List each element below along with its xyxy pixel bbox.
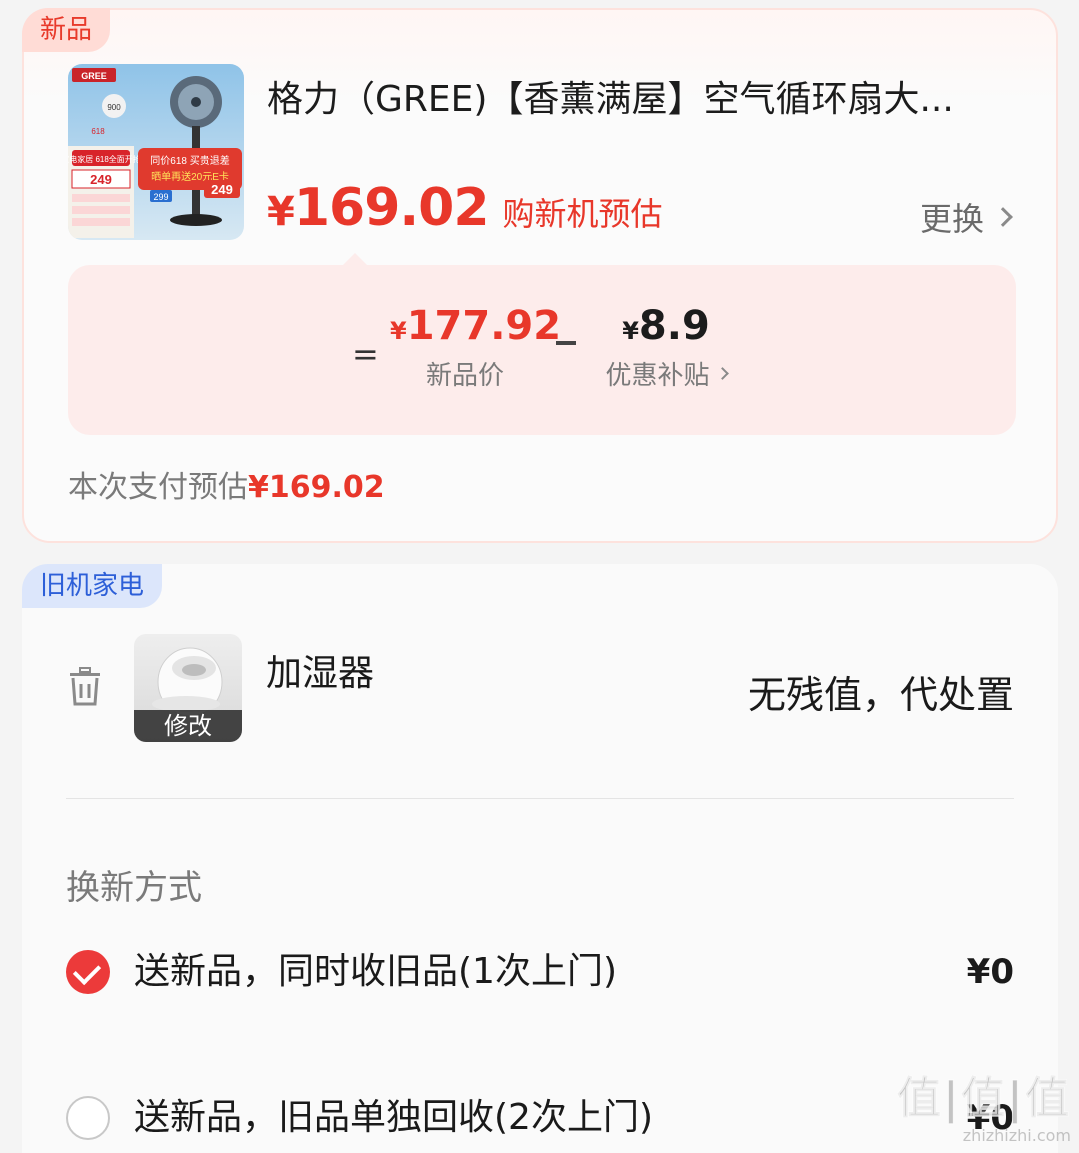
exchange-option[interactable]: 送新品，旧品单独回收(2次上门) ¥0 bbox=[66, 1096, 1014, 1144]
product-image: GREE 家电家居 618全面开抢 249 同价618 买贵退差 晒单再送20元… bbox=[68, 64, 244, 240]
old-appliance-tag: 旧机家电 bbox=[22, 564, 163, 608]
new-product-tag: 新品 bbox=[22, 8, 111, 52]
new-price-column: ¥177.92 新品价 bbox=[390, 303, 562, 392]
svg-text:GREE: GREE bbox=[81, 71, 107, 81]
swap-product-button[interactable]: 更换 bbox=[919, 194, 1013, 240]
price-breakdown: = ¥177.92 新品价 ¥8.9 优惠补贴 bbox=[68, 265, 1016, 435]
edit-button[interactable]: 修改 bbox=[134, 710, 242, 742]
exchange-option-price: ¥0 bbox=[966, 952, 1014, 992]
new-price-value: ¥177.92 bbox=[390, 303, 562, 349]
minus-sign bbox=[556, 341, 576, 345]
subsidy-label: 优惠补贴 bbox=[605, 361, 710, 391]
price-note: 购新机预估 bbox=[502, 195, 663, 233]
estimated-price: ¥169.02 bbox=[267, 178, 490, 238]
divider bbox=[66, 798, 1014, 799]
residual-value-text: 无残值，代处置 bbox=[747, 673, 1014, 717]
svg-text:家电家居 618全面开抢: 家电家居 618全面开抢 bbox=[68, 154, 141, 164]
exchange-method-title: 换新方式 bbox=[66, 868, 202, 908]
svg-text:900: 900 bbox=[107, 103, 121, 112]
trash-icon[interactable] bbox=[68, 666, 102, 706]
radio-checked-icon[interactable] bbox=[66, 950, 110, 994]
product-title[interactable]: 格力（GREE)【香薰满屋】空气循环扇大... bbox=[267, 70, 987, 122]
svg-text:同价618 买贵退差: 同价618 买贵退差 bbox=[150, 154, 229, 167]
exchange-option-label: 送新品，同时收旧品(1次上门) bbox=[134, 951, 617, 992]
exchange-option-label: 送新品，旧品单独回收(2次上门) bbox=[134, 1097, 653, 1138]
svg-text:249: 249 bbox=[90, 172, 112, 187]
watermark-url: zhizhizhi.com bbox=[962, 1126, 1071, 1145]
equals-sign: = bbox=[352, 335, 379, 373]
new-price-label: 新品价 bbox=[425, 361, 504, 391]
subsidy-column[interactable]: ¥8.9 优惠补贴 bbox=[596, 303, 736, 392]
new-product-card: 新品 GREE 家电家居 618全面开抢 249 同价618 买贵退差 晒单再送… bbox=[22, 8, 1058, 543]
payment-estimate: 本次支付预估¥169.02 bbox=[68, 462, 385, 506]
old-appliance-name: 加湿器 bbox=[266, 653, 375, 694]
svg-text:618: 618 bbox=[91, 127, 105, 136]
watermark: 值|值|值 zhizhizhi.com bbox=[896, 1062, 1071, 1146]
watermark-logo: 值|值|值 bbox=[896, 1073, 1071, 1125]
subsidy-value: ¥8.9 bbox=[622, 303, 710, 349]
subsidy-label-row: 优惠补贴 bbox=[596, 355, 736, 392]
chevron-right-icon bbox=[993, 207, 1013, 227]
radio-unchecked-icon[interactable] bbox=[66, 1096, 110, 1140]
payment-estimate-value: ¥169.02 bbox=[248, 470, 385, 505]
payment-estimate-label: 本次支付预估 bbox=[68, 470, 248, 505]
price-row: ¥169.02 购新机预估 bbox=[267, 178, 663, 238]
exchange-option[interactable]: 送新品，同时收旧品(1次上门) ¥0 bbox=[66, 950, 1014, 998]
product-thumbnail[interactable]: GREE 家电家居 618全面开抢 249 同价618 买贵退差 晒单再送20元… bbox=[68, 64, 244, 240]
chevron-right-icon bbox=[715, 367, 729, 380]
svg-text:249: 249 bbox=[211, 182, 233, 197]
old-appliance-thumbnail[interactable]: 修改 bbox=[134, 634, 242, 742]
swap-label: 更换 bbox=[919, 200, 984, 238]
svg-text:299: 299 bbox=[153, 192, 168, 202]
